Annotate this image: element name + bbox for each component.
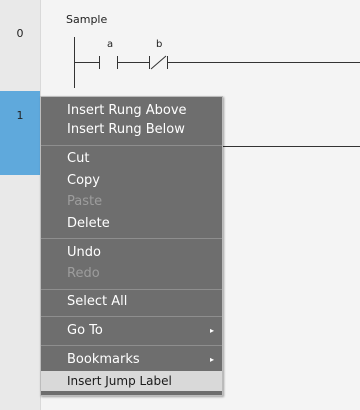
rung-wire: [221, 146, 360, 147]
menu-separator: [41, 238, 222, 239]
bookmarks-label: Bookmarks: [67, 352, 140, 367]
copy-item[interactable]: Copy: [41, 170, 222, 192]
select-all-item[interactable]: Select All: [41, 291, 222, 313]
insert-jump-label-item[interactable]: Insert Jump Label: [41, 371, 222, 391]
selected-rung-highlight[interactable]: [0, 91, 40, 175]
go-to-item[interactable]: Go To ▸: [41, 320, 222, 342]
menu-separator: [41, 316, 222, 317]
submenu-arrow-icon: ▸: [209, 355, 214, 364]
delete-item[interactable]: Delete: [41, 213, 222, 235]
undo-item[interactable]: Undo: [41, 242, 222, 264]
bookmarks-item[interactable]: Bookmarks ▸: [41, 349, 222, 371]
menu-separator: [41, 145, 222, 146]
redo-item: Redo: [67, 266, 100, 281]
contact-label: b: [156, 39, 163, 50]
menu-separator: [41, 289, 222, 290]
ladder-editor[interactable]: 0 Sample a b 1 Insert Rung Above Insert …: [0, 0, 360, 410]
rung-number[interactable]: 1: [0, 105, 40, 127]
paste-item: Paste: [67, 194, 103, 209]
insert-rung-below-item[interactable]: Insert Rung Below: [41, 119, 222, 141]
submenu-arrow-icon: ▸: [209, 326, 214, 335]
go-to-label: Go To: [67, 323, 103, 338]
cut-item[interactable]: Cut: [41, 148, 222, 170]
menu-separator: [41, 345, 222, 346]
rung-0-diagram[interactable]: [0, 0, 360, 90]
context-menu: Insert Rung Above Insert Rung Below Cut …: [40, 96, 223, 396]
contact-b-icon: [149, 55, 168, 70]
contact-a-icon: [99, 56, 118, 69]
contact-label: a: [107, 39, 114, 50]
